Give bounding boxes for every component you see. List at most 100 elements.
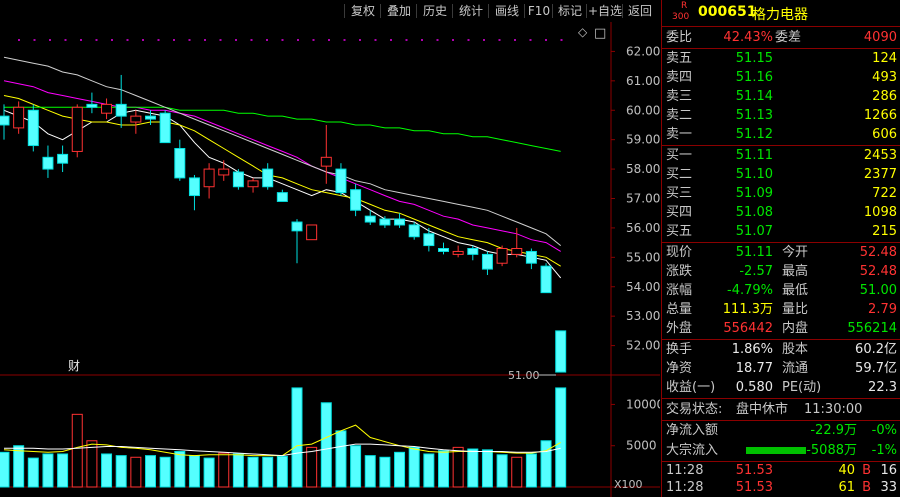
sell-level-label: 卖四 (666, 70, 693, 85)
volume-bar (13, 445, 25, 488)
diamond-icon[interactable]: ◇ (578, 25, 588, 39)
buy-level-volume: 2377 (863, 167, 897, 182)
candle-body (71, 106, 83, 152)
toolbar-button-3[interactable]: 统计 (453, 2, 489, 20)
candle-body (511, 248, 523, 255)
sell-level-price: 51.13 (735, 108, 773, 123)
tick-time: 11:28 (666, 463, 704, 478)
weicha-value: 4090 (863, 30, 897, 45)
candle-body (174, 147, 186, 179)
fund-flow-value: -22.9万 (810, 423, 857, 438)
sell-level-row: 卖二 51.13 1266 (662, 106, 900, 125)
stock-code: 000651 (698, 4, 757, 20)
marker-dot (297, 39, 299, 41)
volume-bar (335, 430, 347, 488)
sell-level-price: 51.12 (735, 127, 773, 142)
sell-level-volume: 493 (872, 70, 897, 85)
stat-label: PE(动) (782, 380, 822, 395)
kline-chart[interactable]: ◇ □ 62.00 61.00 60.00 59.00 58.00 57.00 56.00 55.… (0, 22, 660, 497)
sell-level-row: 卖三 51.14 286 (662, 87, 900, 106)
tick-time: 11:28 (666, 480, 704, 495)
buy-level-volume: 2453 (863, 148, 897, 163)
volume-bar (555, 387, 567, 488)
marker-dot (421, 39, 423, 41)
sell-level-label: 卖二 (666, 108, 693, 123)
marker-dot (514, 39, 516, 41)
fund-flow-label: 净流入额 (666, 423, 719, 438)
sell-level-label: 卖五 (666, 51, 693, 66)
price-annotation-label: 51.00 (508, 369, 540, 382)
stat-label: 总量 (666, 302, 693, 317)
toolbar-button-6[interactable]: 标记 (553, 2, 587, 20)
trade-status-row: 交易状态: 盘中休市 11:30:00 (662, 400, 900, 419)
financial-event-marker[interactable]: 财 (68, 359, 80, 373)
volume-bar (145, 455, 156, 488)
marker-dot (328, 39, 330, 41)
volume-bar (115, 455, 127, 488)
candle-body (306, 224, 318, 241)
buy-level-volume: 1098 (863, 205, 897, 220)
stat-label: 收益(一) (666, 380, 716, 395)
candle-body (203, 168, 215, 188)
fund-flow-row: 大宗流入 -5088万 -1% (662, 441, 900, 460)
buy-level-row: 买二 51.10 2377 (662, 165, 900, 184)
candle-body (481, 253, 493, 270)
stat-value: 60.2亿 (855, 342, 897, 357)
buy-level-price: 51.09 (735, 186, 773, 201)
candle-body (540, 265, 552, 294)
volume-bar (511, 456, 523, 488)
stats-row: 换手 1.86% 股本 60.2亿 (662, 340, 900, 359)
stat-value: 556214 (847, 321, 897, 336)
candle-body (145, 115, 156, 120)
toolbar-button-5[interactable]: F10 (525, 2, 553, 20)
divider (662, 398, 900, 399)
buy-level-label: 买二 (666, 167, 693, 182)
toolbar-button-0[interactable]: 复权 (345, 2, 381, 20)
volume-bar (101, 453, 113, 488)
tick-price: 51.53 (735, 463, 773, 478)
stats-row: 总量 111.3万 量比 2.79 (662, 300, 900, 319)
marker-dot (219, 39, 222, 41)
trade-status-time: 11:30:00 (804, 402, 863, 417)
toolbar-button-2[interactable]: 历史 (417, 2, 453, 20)
marker-dot (157, 39, 160, 41)
sell-level-price: 51.14 (735, 89, 773, 104)
sell-level-volume: 1266 (863, 108, 897, 123)
volume-bar (438, 450, 449, 488)
stat-value: 22.3 (868, 380, 897, 395)
stat-label: 涨跌 (666, 264, 693, 279)
volume-bar (364, 455, 376, 488)
volume-bar (262, 456, 274, 488)
candle-body (86, 103, 98, 108)
stock-header[interactable]: R 300 000651 格力电器 (662, 0, 900, 26)
candle-body (247, 180, 259, 188)
volume-bar (159, 456, 171, 488)
candle-body (101, 103, 113, 114)
volume-bar (452, 446, 464, 488)
candle-body (232, 171, 244, 188)
marker-dot (312, 39, 315, 41)
sell-level-label: 卖一 (666, 127, 693, 142)
checkbox-icon[interactable]: □ (594, 26, 606, 41)
candle-body (350, 189, 362, 211)
price-tick-label: 52.00 (626, 339, 660, 353)
price-tick-label: 60.00 (626, 103, 660, 117)
weibi-label: 委比 (666, 30, 693, 45)
volume-bar (174, 450, 186, 488)
volume-bar (218, 452, 230, 488)
buy-level-volume: 215 (872, 224, 897, 239)
candle-body (115, 103, 127, 117)
toolbar-button-8[interactable]: 返回 (623, 2, 657, 20)
divider (662, 26, 900, 27)
stat-label: 现价 (666, 245, 693, 260)
candle-body (42, 156, 54, 170)
candle-body (379, 218, 391, 226)
toolbar-button-1[interactable]: 叠加 (381, 2, 417, 20)
tick-volume: 61 (838, 480, 855, 495)
buy-level-row: 买三 51.09 722 (662, 184, 900, 203)
stat-label: 流通 (782, 361, 809, 376)
stat-value: 111.3万 (722, 302, 773, 317)
toolbar-button-4[interactable]: 画线 (489, 2, 525, 20)
toolbar-button-7[interactable]: +自选 (587, 2, 623, 20)
sell-level-row: 卖四 51.16 493 (662, 68, 900, 87)
